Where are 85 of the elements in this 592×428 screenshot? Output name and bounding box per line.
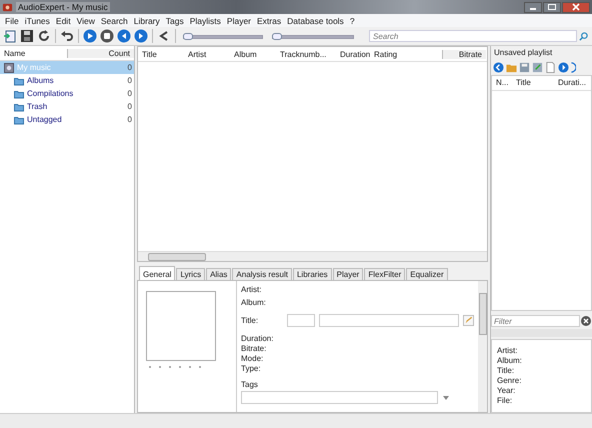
menu-item[interactable]: Tags	[162, 16, 187, 26]
menu-item[interactable]: Database tools	[284, 16, 347, 26]
track-number-field[interactable]	[287, 314, 315, 327]
menu-item[interactable]: Playlists	[186, 16, 224, 26]
info-label: Album:	[497, 356, 523, 366]
close-button[interactable]	[562, 2, 590, 12]
app-icon	[2, 2, 13, 12]
window-title: AudioExpert - My music	[16, 2, 110, 12]
menu-item[interactable]: ?	[346, 16, 358, 26]
previous-icon[interactable]	[117, 29, 131, 43]
menu-item[interactable]: Edit	[52, 16, 74, 26]
tree-item[interactable]: My music 0	[0, 61, 134, 74]
menu-item[interactable]: View	[74, 16, 98, 26]
close-icon	[571, 3, 581, 11]
refresh-icon[interactable]	[37, 29, 51, 43]
field-label: Album:	[241, 298, 267, 309]
search-field[interactable]: Search	[369, 30, 577, 42]
save-icon[interactable]	[20, 29, 34, 43]
maximize-icon	[547, 3, 557, 11]
title-field[interactable]	[319, 314, 459, 327]
column-header[interactable]: Title	[512, 78, 554, 88]
field-label: Mode:	[241, 354, 264, 364]
column-header[interactable]: Title	[138, 50, 184, 58]
filter-field[interactable]: Filter	[491, 315, 580, 328]
column-header[interactable]: Name	[0, 48, 66, 58]
tree-item[interactable]: Trash 0	[0, 100, 134, 113]
menu-item[interactable]: Library	[130, 16, 163, 26]
horizontal-scrollbar[interactable]	[138, 251, 487, 261]
column-header[interactable]: Artist	[184, 50, 230, 58]
tab[interactable]: General	[139, 266, 176, 280]
info-label: Artist:	[497, 346, 518, 356]
column-header[interactable]: Album	[230, 50, 276, 58]
clear-icon[interactable]	[581, 316, 591, 326]
column-header[interactable]: Bitrate	[442, 50, 486, 58]
tree-item[interactable]: Albums 0	[0, 74, 134, 87]
search-icon[interactable]	[579, 32, 588, 40]
tags-field[interactable]	[241, 391, 438, 404]
info-label: Genre:	[497, 376, 522, 386]
new-document-icon[interactable]	[545, 62, 556, 73]
vertical-scrollbar[interactable]	[478, 281, 487, 412]
field-label: Title:	[241, 316, 260, 325]
import-icon[interactable]	[3, 29, 17, 43]
field-label: Type:	[241, 364, 262, 374]
tab[interactable]: Analysis result	[232, 268, 292, 280]
menu-item[interactable]: Extras	[254, 16, 284, 26]
tab[interactable]: FlexFilter	[364, 268, 406, 280]
info-label: Title:	[497, 366, 516, 376]
music-library-icon	[4, 62, 14, 72]
field-label: Artist:	[241, 285, 262, 296]
play-icon[interactable]	[83, 29, 97, 43]
stop-icon[interactable]	[100, 29, 114, 43]
tree-item[interactable]: Compilations 0	[0, 87, 134, 100]
undo-icon[interactable]	[60, 29, 74, 43]
tags-label: Tags	[241, 380, 259, 391]
column-header[interactable]: Rating	[370, 50, 442, 58]
minimize-button[interactable]	[524, 2, 542, 12]
column-header[interactable]: Duration	[336, 50, 370, 58]
maximize-button[interactable]	[543, 2, 561, 12]
tree-item[interactable]: Untagged 0	[0, 113, 134, 126]
menu-item[interactable]: iTunes	[22, 16, 53, 26]
tab[interactable]: Alias	[206, 268, 232, 280]
save-as-icon[interactable]	[532, 62, 543, 73]
slider[interactable]	[183, 31, 263, 41]
menu-item[interactable]: Player	[224, 16, 254, 26]
tab[interactable]: Player	[332, 268, 364, 280]
next-icon[interactable]	[134, 29, 148, 43]
dropdown-icon[interactable]	[442, 394, 450, 400]
play-icon[interactable]	[558, 62, 569, 73]
tab[interactable]: Lyrics	[176, 268, 206, 280]
column-header[interactable]: N...	[492, 78, 512, 88]
info-label: File:	[497, 396, 514, 406]
tab[interactable]: Equalizer	[406, 268, 448, 280]
column-header[interactable]: Count	[66, 48, 134, 58]
field-label: Bitrate:	[241, 344, 268, 354]
menu-item[interactable]: File	[2, 16, 22, 26]
tab[interactable]: Libraries	[292, 268, 332, 280]
slider[interactable]	[272, 31, 354, 41]
playlist-title: Unsaved playlist	[493, 47, 554, 59]
column-header[interactable]: Durati...	[554, 78, 590, 88]
menu-item[interactable]: Search	[98, 16, 131, 26]
back-icon[interactable]	[493, 62, 504, 73]
field-label: Duration:	[241, 334, 274, 344]
artwork-frame	[146, 291, 216, 361]
column-header[interactable]: Tracknumb...	[276, 50, 336, 58]
info-label: Year:	[497, 386, 516, 396]
